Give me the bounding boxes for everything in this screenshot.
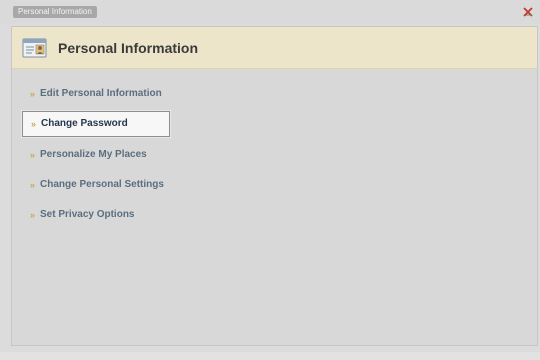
menu-item-edit-personal-information[interactable]: » Edit Personal Information [22,81,170,107]
menu-item-change-password[interactable]: » Change Password [22,111,170,137]
panel-header: Personal Information [12,27,537,69]
personal-info-panel: Personal Information » Edit Personal Inf… [11,26,538,346]
chevron-right-icon: » [30,150,36,160]
chevron-right-icon: » [30,89,36,99]
status-bar [0,352,540,360]
menu-item-label: Edit Personal Information [40,88,162,99]
title-bar: Personal Information [0,0,540,24]
close-icon [523,7,533,17]
chevron-right-icon: » [31,119,37,129]
chevron-right-icon: » [30,180,36,190]
chevron-right-icon: » [30,210,36,220]
page-title: Personal Information [58,40,199,56]
menu-item-personalize-my-places[interactable]: » Personalize My Places [22,142,170,168]
window-tab[interactable]: Personal Information [13,6,97,18]
menu-item-label: Set Privacy Options [40,209,135,220]
menu-item-set-privacy-options[interactable]: » Set Privacy Options [22,202,170,228]
menu-item-change-personal-settings[interactable]: » Change Personal Settings [22,172,170,198]
menu-item-label: Change Personal Settings [40,179,164,190]
id-card-icon [22,37,48,59]
menu-item-label: Change Password [41,118,128,129]
close-button[interactable] [522,6,534,18]
menu-item-label: Personalize My Places [40,149,147,160]
window: Personal Information Personal Informatio… [0,0,540,360]
